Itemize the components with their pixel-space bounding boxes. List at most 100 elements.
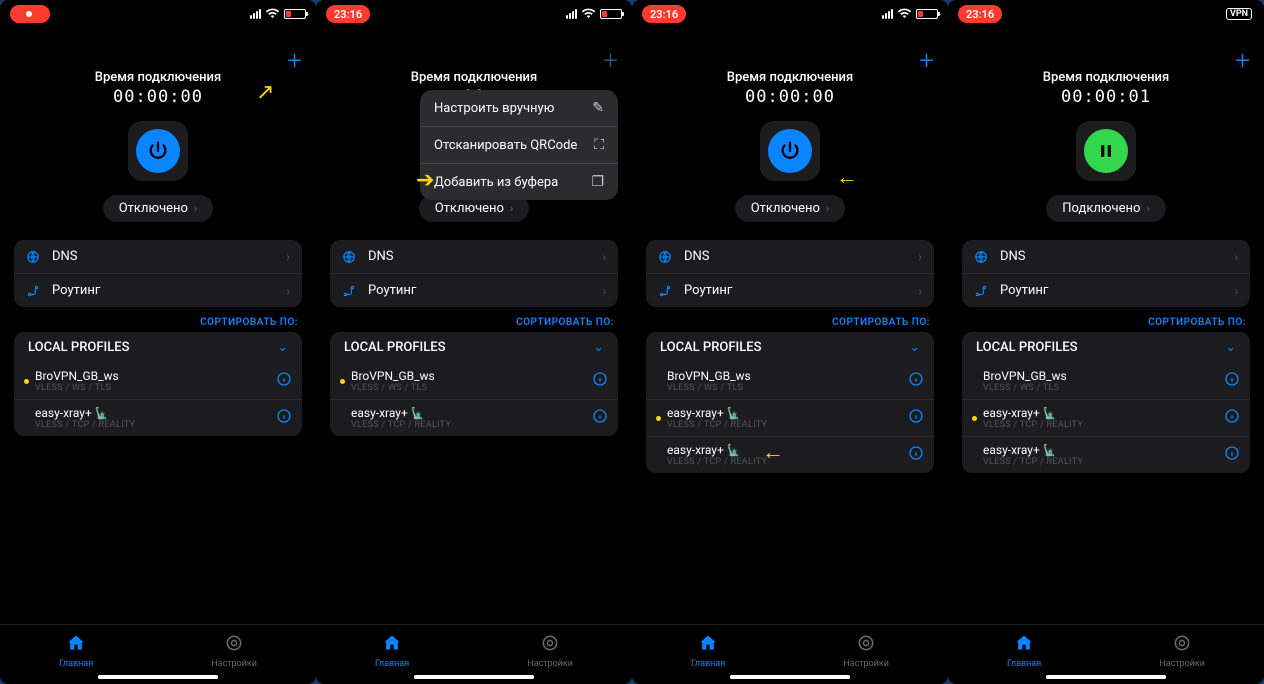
profile-row[interactable]: easy-xray+ 🗽VLESS / TCP / REALITY	[962, 436, 1250, 473]
profile-protocol: VLESS / WS / TLS	[667, 383, 751, 393]
connection-status-pill[interactable]: Подключено›	[1046, 195, 1165, 222]
power-button[interactable]	[1076, 121, 1136, 181]
home-indicator[interactable]	[414, 675, 534, 679]
dns-label: DNS	[684, 249, 710, 264]
statue-icon: 🗽	[724, 407, 740, 420]
profile-protocol: VLESS / TCP / REALITY	[351, 420, 451, 430]
globe-icon	[26, 250, 42, 264]
recording-pill[interactable]	[10, 5, 50, 23]
home-indicator[interactable]	[1046, 675, 1166, 679]
tab-settings[interactable]: Настройки	[1159, 633, 1205, 669]
profile-row[interactable]: BroVPN_GB_wsVLESS / WS / TLS	[962, 363, 1250, 399]
dns-row[interactable]: DNS›	[646, 240, 934, 273]
statue-icon: 🗽	[1040, 444, 1056, 457]
home-indicator[interactable]	[98, 675, 218, 679]
profile-row[interactable]: BroVPN_GB_wsVLESS / WS / TLS	[330, 363, 618, 399]
tab-settings[interactable]: Настройки	[527, 633, 573, 669]
profile-name: easy-xray+ 🗽	[983, 406, 1083, 420]
connection-status-pill[interactable]: Отключено›	[103, 195, 214, 222]
menu-item[interactable]: Отсканировать QRCode⛶	[420, 126, 618, 163]
sort-button[interactable]: СОРТИРОВАТЬ ПО:	[316, 307, 632, 332]
chevron-right-icon: ›	[286, 284, 290, 298]
routing-row[interactable]: Роутинг›	[962, 273, 1250, 307]
profiles-header[interactable]: LOCAL PROFILES⌄	[646, 332, 934, 363]
statue-icon: 🗽	[92, 407, 108, 420]
add-button[interactable]: +	[919, 46, 934, 76]
profile-protocol: VLESS / TCP / REALITY	[667, 420, 767, 430]
status-bar: 23:16VPN	[948, 0, 1264, 28]
globe-icon	[658, 250, 674, 264]
route-icon	[342, 284, 358, 298]
profile-row[interactable]: easy-xray+ 🗽VLESS / TCP / REALITY	[646, 399, 934, 436]
profile-row[interactable]: easy-xray+ 🗽VLESS / TCP / REALITY	[646, 436, 934, 473]
profiles-header[interactable]: LOCAL PROFILES⌄	[14, 332, 302, 363]
add-button[interactable]: +	[287, 46, 302, 76]
gear-icon	[540, 633, 560, 658]
phone-screen: 23:16+Время подключения00Отключено›Настр…	[316, 0, 632, 684]
route-icon	[26, 284, 42, 298]
dns-row[interactable]: DNS›	[330, 240, 618, 273]
connection-status-text: Отключено	[119, 201, 188, 216]
tab-home[interactable]: Главная	[375, 633, 409, 669]
add-button[interactable]: +	[603, 46, 618, 76]
info-icon[interactable]	[1224, 371, 1240, 391]
profile-name: easy-xray+ 🗽	[983, 443, 1083, 457]
tab-home[interactable]: Главная	[691, 633, 725, 669]
tab-home[interactable]: Главная	[59, 633, 93, 669]
dns-label: DNS	[368, 249, 394, 264]
sort-button[interactable]: СОРТИРОВАТЬ ПО:	[632, 307, 948, 332]
dns-row[interactable]: DNS›	[14, 240, 302, 273]
dns-label: DNS	[52, 249, 78, 264]
active-dot	[24, 379, 29, 384]
connection-label: Время подключения	[14, 70, 302, 85]
info-icon[interactable]	[276, 371, 292, 391]
info-icon[interactable]	[592, 371, 608, 391]
connection-time: 00:00:00	[646, 87, 934, 107]
profile-name: easy-xray+ 🗽	[667, 406, 767, 420]
info-icon[interactable]	[1224, 445, 1240, 465]
chevron-right-icon: ›	[1146, 202, 1149, 215]
dns-row[interactable]: DNS›	[962, 240, 1250, 273]
power-icon	[136, 129, 180, 173]
profile-name: easy-xray+ 🗽	[351, 406, 451, 420]
info-icon[interactable]	[276, 408, 292, 428]
routing-row[interactable]: Роутинг›	[646, 273, 934, 307]
routing-row[interactable]: Роутинг›	[14, 273, 302, 307]
info-icon[interactable]	[592, 408, 608, 428]
status-bar: 23:16	[316, 0, 632, 28]
sort-button[interactable]: СОРТИРОВАТЬ ПО:	[948, 307, 1264, 332]
home-indicator[interactable]	[730, 675, 850, 679]
chevron-right-icon: ›	[1234, 284, 1238, 298]
profile-name: BroVPN_GB_ws	[983, 369, 1067, 383]
tab-settings[interactable]: Настройки	[843, 633, 889, 669]
info-icon[interactable]	[908, 445, 924, 465]
menu-item[interactable]: Добавить из буфера❐	[420, 163, 618, 200]
power-button[interactable]	[760, 121, 820, 181]
sort-button[interactable]: СОРТИРОВАТЬ ПО:	[0, 307, 316, 332]
info-icon[interactable]	[1224, 408, 1240, 428]
profiles-header[interactable]: LOCAL PROFILES⌄	[330, 332, 618, 363]
menu-item[interactable]: Настроить вручную✎	[420, 90, 618, 126]
profile-row[interactable]: easy-xray+ 🗽VLESS / TCP / REALITY	[962, 399, 1250, 436]
tab-home[interactable]: Главная	[1007, 633, 1041, 669]
profile-row[interactable]: BroVPN_GB_wsVLESS / WS / TLS	[14, 363, 302, 399]
chevron-right-icon: ›	[602, 284, 606, 298]
profiles-header[interactable]: LOCAL PROFILES⌄	[962, 332, 1250, 363]
connection-status-text: Отключено	[751, 201, 820, 216]
profile-protocol: VLESS / TCP / REALITY	[667, 457, 767, 467]
add-button[interactable]: +	[1235, 46, 1250, 76]
add-menu-popup: Настроить вручную✎Отсканировать QRCode⛶Д…	[420, 90, 618, 200]
connection-status-text: Отключено	[435, 201, 504, 216]
tab-settings[interactable]: Настройки	[211, 633, 257, 669]
time-pill: 23:16	[958, 5, 1002, 23]
tab-settings-label: Настройки	[1159, 659, 1205, 669]
info-icon[interactable]	[908, 408, 924, 428]
connection-status-pill[interactable]: Отключено›	[735, 195, 846, 222]
power-button[interactable]	[128, 121, 188, 181]
profile-row[interactable]: easy-xray+ 🗽VLESS / TCP / REALITY	[330, 399, 618, 436]
profile-row[interactable]: BroVPN_GB_wsVLESS / WS / TLS	[646, 363, 934, 399]
info-icon[interactable]	[908, 371, 924, 391]
profiles-header-label: LOCAL PROFILES	[28, 340, 129, 355]
routing-row[interactable]: Роутинг›	[330, 273, 618, 307]
profile-row[interactable]: easy-xray+ 🗽VLESS / TCP / REALITY	[14, 399, 302, 436]
